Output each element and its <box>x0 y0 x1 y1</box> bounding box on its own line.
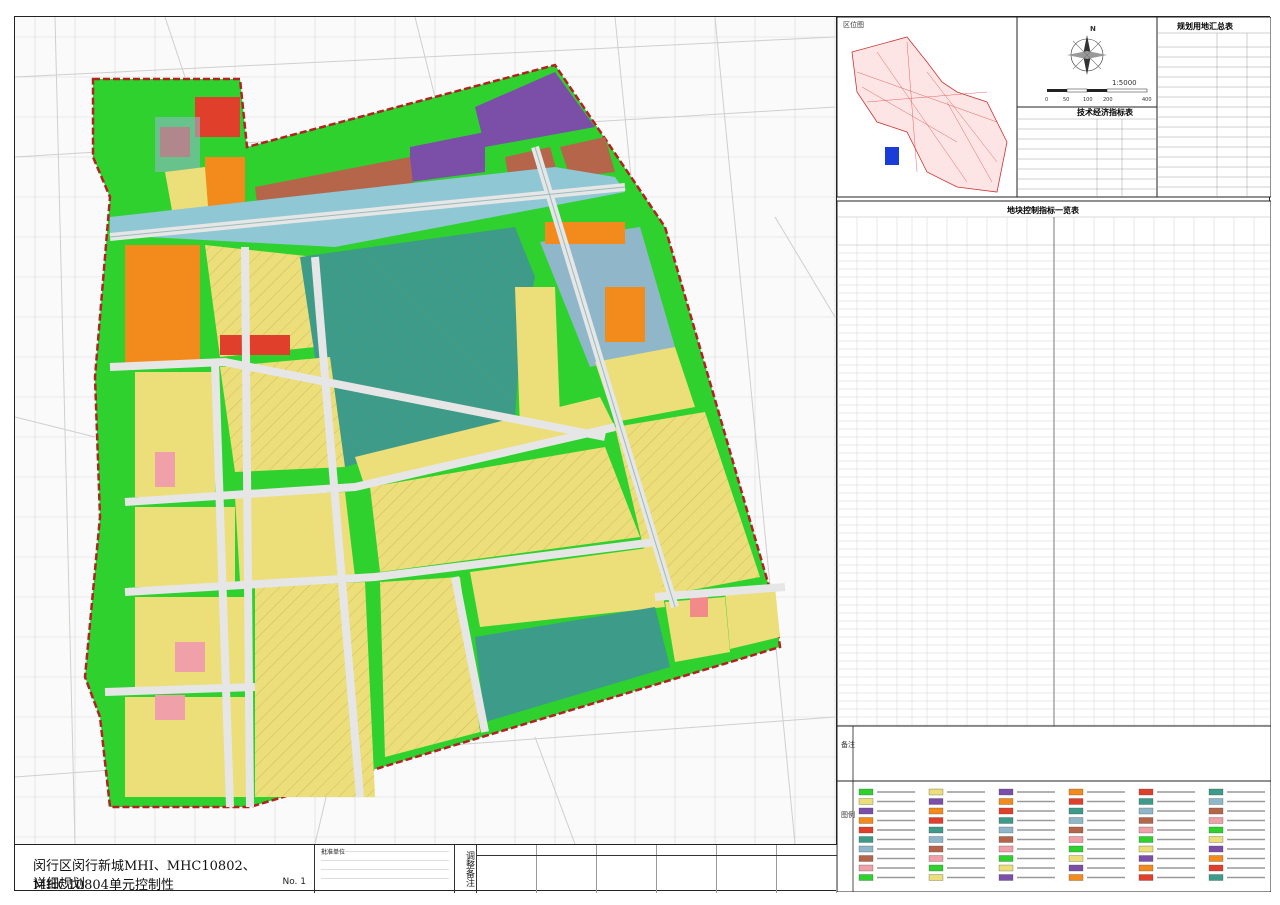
project-title-line2: 详细规划 <box>33 877 86 892</box>
control-table-title: 地块控制指标一览表 <box>1007 205 1080 215</box>
legend-swatch <box>1208 807 1224 815</box>
parcel-pink <box>155 452 175 487</box>
right-panel: 区位图 N 1:5000 0 50 100 200 400 技术经济指标表 规划… <box>836 16 1272 893</box>
parcel-orange <box>125 245 200 365</box>
legend-swatch <box>1208 874 1224 881</box>
legend-swatch <box>928 864 944 872</box>
legend-swatch <box>998 855 1014 862</box>
legend-swatch <box>998 864 1014 872</box>
legend-swatch <box>1138 788 1154 796</box>
scale-tick: 50 <box>1063 97 1069 103</box>
legend-swatch <box>1068 798 1084 805</box>
legend-swatch <box>1208 855 1224 862</box>
map-canvas <box>15 17 836 844</box>
legend-swatch <box>1068 807 1084 815</box>
legend-swatch <box>1208 788 1224 796</box>
legend-swatch <box>1068 845 1084 853</box>
approval-cell: 批准单位 <box>315 845 455 893</box>
parcel-residential <box>515 287 560 427</box>
legend-swatch <box>998 788 1014 796</box>
legend-swatch <box>998 836 1014 843</box>
legend-swatch <box>858 864 874 872</box>
legend-swatch <box>1208 864 1224 872</box>
legend-swatch <box>928 798 944 805</box>
scale-text: 1:5000 <box>1112 79 1137 87</box>
notes-label: 备注 <box>841 740 855 749</box>
legend-swatch <box>928 855 944 862</box>
legend-swatch <box>998 874 1014 881</box>
legend-swatch <box>1138 855 1154 862</box>
legend-swatch <box>1208 817 1224 824</box>
legend-swatch <box>998 826 1014 834</box>
legend-swatch <box>1208 836 1224 843</box>
tech-table-title: 技术经济指标表 <box>1077 107 1134 117</box>
legend-swatch <box>1138 836 1154 843</box>
planning-map[interactable] <box>15 17 837 844</box>
legend-swatch <box>858 817 874 824</box>
legend-swatch <box>858 788 874 796</box>
legend-swatch <box>858 874 874 881</box>
parcel-admin <box>195 97 240 137</box>
legend-swatch <box>928 826 944 834</box>
drawing-sheet: 区位图 N 1:5000 0 50 100 200 400 技术经济指标表 规划… <box>14 16 1272 893</box>
approval-label: 批准单位 <box>321 849 346 856</box>
legend-swatch <box>1138 826 1154 834</box>
north-label: N <box>1090 25 1096 33</box>
location-map-title: 区位图 <box>843 20 864 29</box>
legend-swatch <box>928 874 944 881</box>
legend-swatch <box>858 807 874 815</box>
north-arrow-icon <box>1067 35 1107 75</box>
adjust-side-label: 调整备注 <box>455 845 477 893</box>
parcel-admin <box>220 335 290 355</box>
legend-swatch <box>998 807 1014 815</box>
scale-tick: 100 <box>1083 97 1093 103</box>
legend-swatch <box>1208 845 1224 853</box>
legend-swatch <box>858 798 874 805</box>
legend-swatch <box>1068 855 1084 862</box>
legend-swatch <box>858 845 874 853</box>
parcel-pink <box>690 597 708 617</box>
legend-swatch <box>928 817 944 824</box>
legend-swatch <box>1068 788 1084 796</box>
legend-swatch <box>1138 817 1154 824</box>
legend-swatch <box>1068 864 1084 872</box>
parcel-admin-bg <box>155 117 200 172</box>
scale-bar <box>1047 88 1148 93</box>
legend-swatch <box>998 817 1014 824</box>
sheet-number: No. 1 <box>282 877 306 887</box>
parcel-orange <box>605 287 645 342</box>
title-block: 闵行区闵行新城MHI、MHC10802、MHC10804单元控制性 详细规划 N… <box>15 844 837 893</box>
legend-swatch <box>1068 826 1084 834</box>
parcel-pink <box>155 695 185 720</box>
legend-swatch <box>1138 864 1154 872</box>
legend-swatch <box>928 807 944 815</box>
legend-swatch <box>1138 874 1154 881</box>
legend-swatch <box>1208 826 1224 834</box>
legend-swatch <box>1138 798 1154 805</box>
legend-swatch <box>998 798 1014 805</box>
scale-tick: 200 <box>1103 97 1113 103</box>
landuse-table-title: 规划用地汇总表 <box>1177 21 1234 31</box>
legend-swatch <box>858 855 874 862</box>
legend-swatch <box>928 845 944 853</box>
legend-swatch <box>1208 798 1224 805</box>
legend-swatch <box>1068 836 1084 843</box>
project-title-cell: 闵行区闵行新城MHI、MHC10802、MHC10804单元控制性 详细规划 N… <box>15 845 315 893</box>
legend-swatch <box>1068 874 1084 881</box>
signature-grid <box>477 845 837 893</box>
scale-tick: 400 <box>1142 97 1152 103</box>
legend-swatch <box>858 826 874 834</box>
legend-swatch <box>1138 845 1154 853</box>
legend-swatch <box>928 788 944 796</box>
legend-swatch <box>1068 817 1084 824</box>
legend-swatch <box>1138 807 1154 815</box>
legend-swatch <box>998 845 1014 853</box>
legend-label: 图例 <box>841 810 855 819</box>
right-panel-graphics: 区位图 N 1:5000 0 50 100 200 400 技术经济指标表 规划… <box>836 16 1272 893</box>
scale-tick: 0 <box>1045 97 1048 103</box>
parcel-pink <box>175 642 205 672</box>
legend-swatch <box>928 836 944 843</box>
legend-swatch <box>858 836 874 843</box>
